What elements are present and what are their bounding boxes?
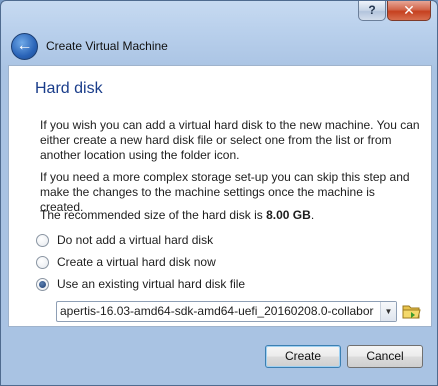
back-arrow-icon[interactable]: ← [11,33,38,60]
option-no-disk[interactable]: Do not add a virtual hard disk [36,232,213,248]
create-vm-window: ? ✕ ← Create Virtual Machine Hard disk I… [0,0,438,386]
chevron-down-icon[interactable]: ▼ [380,302,396,321]
disk-file-value: apertis-16.03-amd64-sdk-amd64-uefi_20160… [60,304,374,318]
wizard-footer: Create Cancel [8,326,430,381]
create-button[interactable]: Create [265,345,341,368]
option-existing-disk[interactable]: Use an existing virtual hard disk file [36,276,245,292]
radio-existing-disk[interactable] [36,277,49,291]
recommended-suffix: . [310,208,315,222]
recommended-size-value: 8.00 GB [266,208,311,222]
help-button[interactable]: ? [358,1,386,21]
recommended-size-text: The recommended size of the hard disk is… [40,208,420,223]
window-title: Create Virtual Machine [46,39,168,53]
cancel-button[interactable]: Cancel [347,345,423,368]
close-button[interactable]: ✕ [387,1,431,21]
choose-disk-folder-icon[interactable] [401,300,422,321]
intro-text: If you wish you can add a virtual hard d… [40,118,420,162]
disk-file-select[interactable]: apertis-16.03-amd64-sdk-amd64-uefi_20160… [56,301,397,322]
radio-create-disk[interactable] [36,255,49,269]
option-create-disk-label: Create a virtual hard disk now [57,255,216,269]
wizard-header: ← Create Virtual Machine [8,31,430,63]
option-no-disk-label: Do not add a virtual hard disk [57,233,214,247]
recommended-prefix: The recommended size of the hard disk is [40,208,267,222]
radio-no-disk[interactable] [36,233,49,247]
option-create-disk[interactable]: Create a virtual hard disk now [36,254,216,270]
page-title: Hard disk [35,80,103,97]
option-existing-disk-label: Use an existing virtual hard disk file [57,277,246,291]
wizard-page: Hard disk If you wish you can add a virt… [8,65,432,327]
